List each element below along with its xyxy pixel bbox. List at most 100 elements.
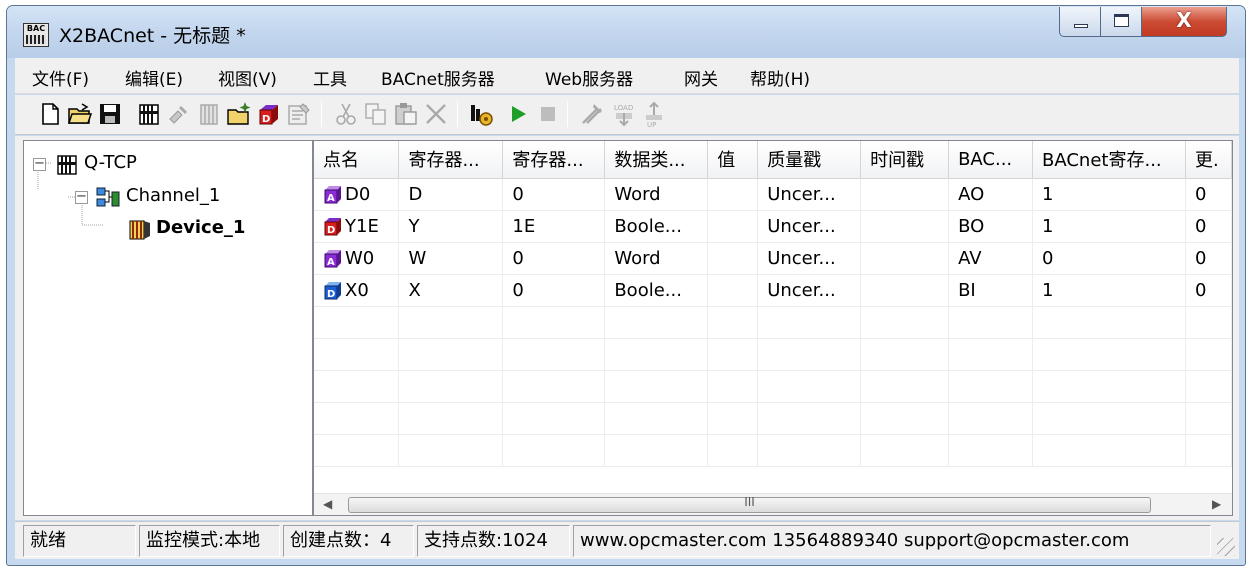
channel-root-icon bbox=[57, 155, 77, 175]
network-channel-icon bbox=[96, 187, 120, 207]
menu-file[interactable]: 文件(F) bbox=[32, 65, 89, 90]
new-point-icon[interactable] bbox=[226, 101, 252, 127]
table-row[interactable]: D Y1E Y 1E Boole... Uncer... BO 1 0 bbox=[314, 210, 1232, 243]
status-bar: 就绪 监控模式:本地 创建点数：4 支持点数:1024 www.opcmaste… bbox=[15, 521, 1239, 559]
col-header-name[interactable]: 点名 bbox=[314, 141, 400, 179]
empty-row bbox=[314, 402, 1232, 435]
load-icon[interactable]: LOAD bbox=[611, 101, 637, 127]
col-header-register-address[interactable]: 寄存器... bbox=[502, 141, 606, 179]
cell-data-type: Word bbox=[604, 242, 709, 275]
paste-icon[interactable] bbox=[393, 101, 419, 127]
col-header-register-type[interactable]: 寄存器... bbox=[398, 141, 504, 179]
minimize-icon bbox=[1074, 24, 1088, 28]
table-row[interactable]: A D0 D 0 Word Uncer... AO 1 0 bbox=[314, 178, 1232, 211]
tree-collapse-channel[interactable]: − bbox=[75, 190, 88, 204]
svg-text:A: A bbox=[327, 193, 335, 204]
menu-tools[interactable]: 工具 bbox=[313, 65, 347, 90]
cell-register-type: W bbox=[398, 242, 504, 275]
add-device-icon[interactable] bbox=[166, 101, 192, 127]
properties-icon[interactable] bbox=[286, 101, 312, 127]
svg-text:D: D bbox=[327, 289, 335, 300]
scrollbar-thumb[interactable]: III bbox=[348, 495, 1151, 513]
status-ready: 就绪 bbox=[23, 525, 136, 557]
cell-data-type: Boole... bbox=[604, 210, 709, 243]
tree-item-q-tcp[interactable]: Q-TCP bbox=[84, 152, 137, 173]
cell-update: 0 bbox=[1185, 178, 1232, 211]
main-window: BAC X2BACnet - 无标题 * X 文件(F) 编辑(E) 视图(V)… bbox=[6, 5, 1246, 566]
cell-bacnet-type: BI bbox=[948, 274, 1034, 307]
cell-name: X0 bbox=[345, 279, 369, 301]
tree-item-channel[interactable]: Channel_1 bbox=[126, 185, 220, 206]
monitor-icon[interactable] bbox=[469, 101, 495, 127]
binary-input-icon: D bbox=[324, 281, 341, 300]
device-tree[interactable]: − Q-TCP − Channel_1 Device_1 bbox=[23, 140, 313, 516]
delete-icon[interactable] bbox=[423, 101, 449, 127]
new-tag-icon[interactable]: D bbox=[256, 101, 282, 127]
cell-quality: Uncer... bbox=[757, 274, 862, 307]
scroll-right-arrow-icon[interactable]: ▶ bbox=[1212, 497, 1221, 511]
cut-icon[interactable] bbox=[333, 101, 359, 127]
new-file-icon[interactable] bbox=[37, 101, 63, 127]
cell-quality: Uncer... bbox=[757, 178, 862, 211]
cell-timestamp bbox=[860, 178, 950, 211]
table-row[interactable]: A W0 W 0 Word Uncer... AV 0 0 bbox=[314, 242, 1232, 275]
title-bar[interactable]: BAC X2BACnet - 无标题 * X bbox=[7, 6, 1245, 58]
toolbar-separator bbox=[321, 101, 322, 127]
close-button[interactable]: X bbox=[1141, 7, 1227, 37]
col-header-timestamp[interactable]: 时间戳 bbox=[860, 141, 950, 179]
menu-bacnet-server[interactable]: BACnet服务器 bbox=[381, 65, 495, 90]
cell-data-type: Boole... bbox=[604, 274, 709, 307]
cell-data-type: Word bbox=[604, 178, 709, 211]
menu-view[interactable]: 视图(V) bbox=[218, 65, 277, 90]
menu-web-server[interactable]: Web服务器 bbox=[545, 65, 633, 90]
tree-item-device[interactable]: Device_1 bbox=[156, 217, 245, 238]
col-header-bacnet-type[interactable]: BAC... bbox=[948, 141, 1034, 179]
status-monitor-mode: 监控模式:本地 bbox=[139, 525, 280, 557]
add-device-alt-icon[interactable] bbox=[196, 101, 222, 127]
toolbar-separator bbox=[457, 101, 458, 127]
run-icon[interactable] bbox=[505, 101, 531, 127]
point-list[interactable]: 点名 寄存器... 寄存器... 数据类... 值 质量戳 时间戳 BAC...… bbox=[313, 140, 1233, 516]
upload-icon[interactable]: UP bbox=[641, 101, 667, 127]
device-icon bbox=[129, 220, 150, 240]
add-channel-icon[interactable] bbox=[136, 101, 162, 127]
empty-row bbox=[314, 434, 1232, 467]
col-header-value[interactable]: 值 bbox=[707, 141, 759, 179]
table-header-row: 点名 寄存器... 寄存器... 数据类... 值 质量戳 时间戳 BAC...… bbox=[314, 141, 1232, 179]
cell-bacnet-type: AV bbox=[948, 242, 1034, 275]
cell-register-type: X bbox=[398, 274, 504, 307]
cell-bacnet-register: 0 bbox=[1032, 242, 1186, 275]
cell-update: 0 bbox=[1185, 242, 1232, 275]
cell-name: D0 bbox=[345, 183, 371, 205]
col-header-bacnet-register[interactable]: BACnet寄存... bbox=[1032, 141, 1186, 179]
empty-row bbox=[314, 306, 1232, 339]
cell-bacnet-type: AO bbox=[948, 178, 1034, 211]
menu-edit[interactable]: 编辑(E) bbox=[125, 65, 183, 90]
stop-icon[interactable] bbox=[535, 101, 561, 127]
table-row[interactable]: D X0 X 0 Boole... Uncer... BI 1 0 bbox=[314, 274, 1232, 307]
cell-register-address: 0 bbox=[502, 274, 606, 307]
cell-register-address: 0 bbox=[502, 178, 606, 211]
open-folder-icon[interactable] bbox=[67, 101, 93, 127]
menu-gateway[interactable]: 网关 bbox=[684, 65, 718, 90]
close-icon: X bbox=[1176, 8, 1192, 32]
app-icon[interactable]: BAC bbox=[23, 23, 49, 47]
tools-icon[interactable] bbox=[579, 101, 605, 127]
resize-grip-icon[interactable] bbox=[1217, 538, 1235, 556]
menu-help[interactable]: 帮助(H) bbox=[750, 65, 810, 90]
cell-timestamp bbox=[860, 242, 950, 275]
horizontal-scrollbar[interactable]: ◀ III ▶ bbox=[314, 493, 1232, 515]
col-header-data-type[interactable]: 数据类... bbox=[604, 141, 709, 179]
minimize-button[interactable] bbox=[1059, 7, 1101, 37]
col-header-update[interactable]: 更. bbox=[1185, 141, 1232, 179]
save-icon[interactable] bbox=[97, 101, 123, 127]
status-supported-points: 支持点数:1024 bbox=[417, 525, 570, 557]
copy-icon[interactable] bbox=[363, 101, 389, 127]
cell-timestamp bbox=[860, 274, 950, 307]
toolbar-separator bbox=[567, 101, 568, 127]
maximize-button[interactable] bbox=[1100, 7, 1142, 37]
cell-value bbox=[707, 178, 759, 211]
col-header-quality[interactable]: 质量戳 bbox=[757, 141, 862, 179]
scroll-left-arrow-icon[interactable]: ◀ bbox=[323, 497, 332, 511]
tree-collapse-root[interactable]: − bbox=[33, 157, 46, 171]
